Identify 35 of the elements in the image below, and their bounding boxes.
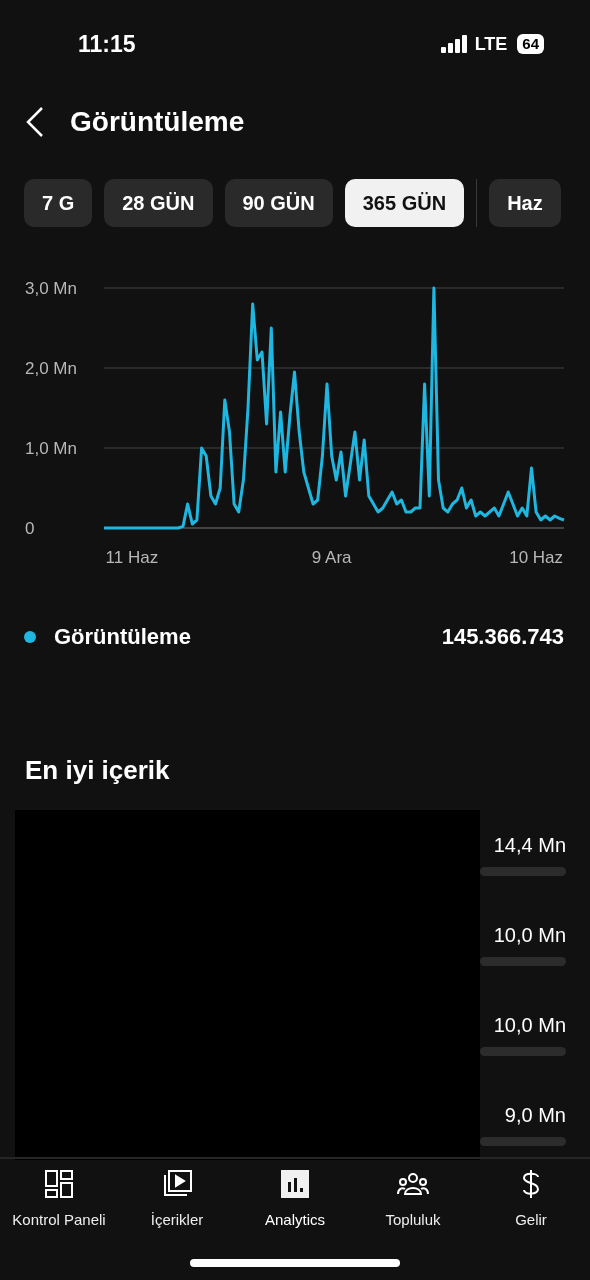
people-icon bbox=[397, 1172, 429, 1196]
bar-chart-icon bbox=[281, 1170, 309, 1198]
period-tab[interactable]: 28 GÜN bbox=[104, 179, 213, 227]
nav-tab[interactable]: Gelir bbox=[472, 1169, 590, 1232]
dashboard-icon bbox=[45, 1170, 73, 1198]
y-axis-label: 1,0 Mn bbox=[25, 439, 77, 458]
x-axis-label: 9 Ara bbox=[311, 548, 352, 567]
period-tab[interactable]: 90 GÜN bbox=[224, 179, 333, 227]
period-tab[interactable]: 365 GÜN bbox=[344, 179, 465, 227]
video-library-icon bbox=[162, 1170, 192, 1198]
page-title: Görüntüleme bbox=[70, 105, 245, 139]
y-axis-label: 0 bbox=[25, 519, 35, 538]
nav-tab[interactable]: Kontrol Paneli bbox=[0, 1169, 118, 1232]
back-icon bbox=[24, 106, 44, 138]
nav-tab[interactable]: Analytics bbox=[236, 1169, 354, 1232]
x-axis-label: 10 Haz bbox=[509, 548, 564, 567]
view-count: 9,0 Mn bbox=[504, 1103, 566, 1128]
battery-indicator: 64 bbox=[517, 34, 544, 54]
status-time: 11:15 bbox=[78, 29, 136, 59]
period-tab[interactable]: 7 G bbox=[24, 179, 93, 227]
view-count: 10,0 Mn bbox=[493, 1013, 566, 1038]
total-views: 145.366.743 bbox=[441, 623, 564, 651]
legend-label: Görüntüleme bbox=[54, 623, 191, 651]
y-axis-label: 2,0 Mn bbox=[25, 359, 77, 378]
view-count: 14,4 Mn bbox=[493, 833, 566, 858]
period-tab[interactable]: Haz bbox=[489, 179, 561, 227]
network-label: LTE bbox=[474, 32, 508, 56]
x-axis-label: 11 Haz bbox=[105, 548, 159, 567]
view-count: 10,0 Mn bbox=[493, 923, 566, 948]
nav-tab[interactable]: Topluluk bbox=[354, 1169, 472, 1232]
signal-icon bbox=[440, 35, 469, 53]
y-axis-label: 3,0 Mn bbox=[25, 279, 77, 298]
nav-tab[interactable]: İçerikler bbox=[118, 1169, 236, 1232]
section-title: En iyi içerik bbox=[24, 754, 171, 787]
dollar-icon bbox=[521, 1169, 541, 1199]
